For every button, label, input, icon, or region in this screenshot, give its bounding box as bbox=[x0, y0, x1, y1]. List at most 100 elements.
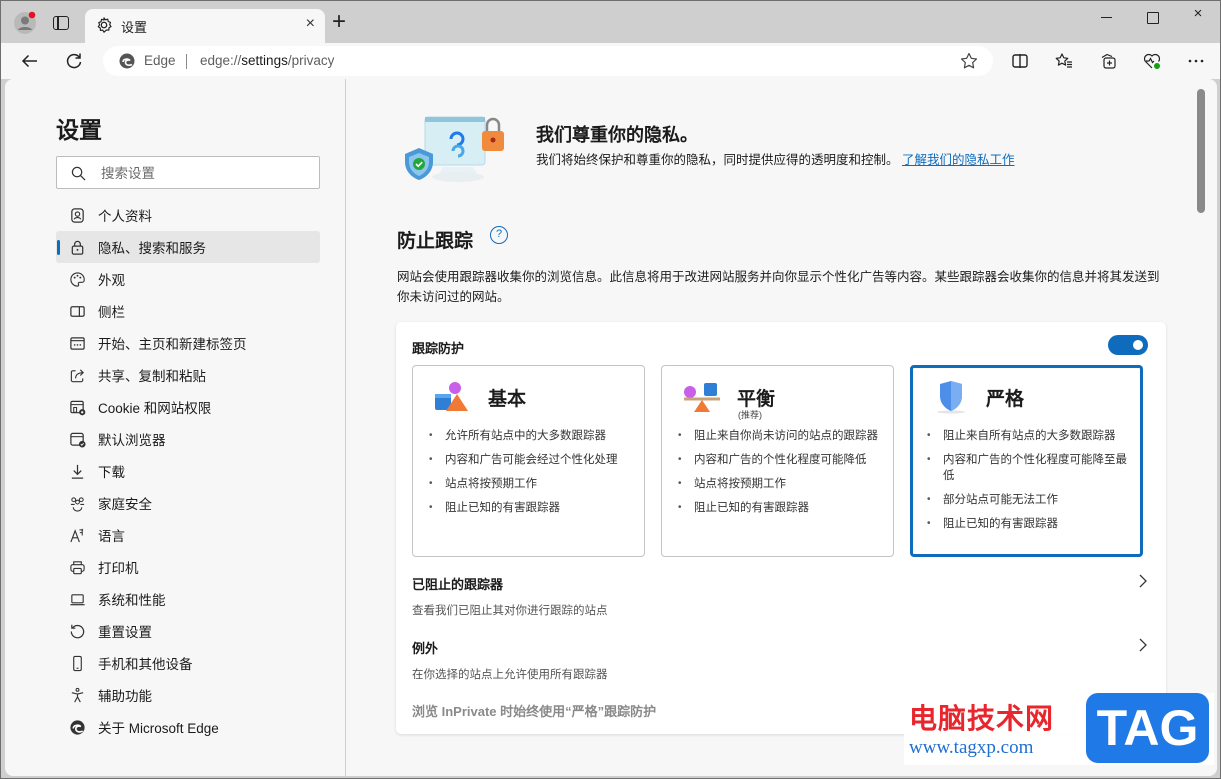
sidebar-item[interactable]: 打印机 bbox=[56, 551, 320, 583]
help-question-icon[interactable]: ? bbox=[490, 226, 508, 244]
sidebar-item[interactable]: 开始、主页和新建标签页 bbox=[56, 327, 320, 359]
close-window-button[interactable]: × bbox=[1175, 5, 1221, 29]
new-tab-button[interactable]: + bbox=[332, 10, 346, 34]
settings-sidebar: 设置 个人资料隐私、搜索和服务外观侧栏开始、主页和新建标签页共享、复制和粘贴 Co… bbox=[5, 79, 346, 776]
sidebar-item-label: 共享、复制和粘贴 bbox=[98, 369, 206, 384]
sidebar-item[interactable]: 共享、复制和粘贴 bbox=[56, 359, 320, 391]
split-screen-icon[interactable] bbox=[1008, 49, 1032, 73]
address-separator bbox=[186, 54, 187, 69]
home-tabs-icon bbox=[68, 334, 86, 352]
sidebar-item[interactable]: 侧栏 bbox=[56, 295, 320, 327]
tracking-prevention-toggle[interactable] bbox=[1108, 335, 1148, 355]
hero-description-text: 我们将始终保护和尊重你的隐私，同时提供应得的透明度和控制。 bbox=[536, 153, 899, 167]
tracking-prevention-title: 防止跟踪 bbox=[397, 231, 474, 252]
option-strict[interactable]: 严格 阻止来自所有站点的大多数跟踪器 内容和广告的个性化程度可能降至最低 部分站… bbox=[910, 365, 1143, 557]
sidebar-item[interactable]: 外观 bbox=[56, 263, 320, 295]
bullet: 内容和广告的个性化程度可能降至最低 bbox=[927, 452, 1132, 484]
exceptions-row[interactable]: 例外 在你选择的站点上允许使用所有跟踪器 bbox=[412, 638, 1148, 682]
profile-icon bbox=[68, 206, 86, 224]
bullet: 部分站点可能无法工作 bbox=[927, 492, 1132, 508]
sidebar-item[interactable]: 个人资料 bbox=[56, 199, 320, 231]
back-arrow-icon bbox=[21, 54, 37, 68]
row-description: 查看我们已阻止其对你进行跟踪的站点 bbox=[412, 605, 608, 617]
collections-icon[interactable] bbox=[1096, 49, 1120, 73]
browser-window: 设置 × + × Edge edge://settings/privacy 设置… bbox=[0, 0, 1221, 779]
tab-title: 设置 bbox=[121, 20, 148, 35]
option-basic[interactable]: 基本 允许所有站点中的大多数跟踪器 内容和广告可能会经过个性化处理 站点将按预期… bbox=[412, 365, 645, 557]
search-settings-input[interactable] bbox=[101, 163, 311, 183]
sidebar-item-label: 手机和其他设备 bbox=[98, 657, 193, 672]
sidebar-item[interactable]: 语言 bbox=[56, 519, 320, 551]
sidebar-item[interactable]: 关于 Microsoft Edge bbox=[56, 711, 320, 743]
browser-essentials-icon[interactable] bbox=[1140, 49, 1164, 73]
add-favorite-star-icon[interactable] bbox=[959, 51, 979, 71]
option-balanced[interactable]: 平衡 (推荐) 阻止来自你尚未访问的站点的跟踪器 内容和广告的个性化程度可能降低… bbox=[661, 365, 894, 557]
option-recommended: (推荐) bbox=[738, 410, 762, 420]
search-settings-box[interactable] bbox=[56, 156, 320, 189]
url-scheme: edge:// bbox=[200, 53, 242, 68]
tracking-prevention-card: 跟踪防护 基本 允许所有站点中的大多数跟踪器 内容和广告可能会经过个性化处理 站… bbox=[396, 322, 1166, 734]
sidebar-item-label: Cookie 和网站权限 bbox=[98, 401, 212, 416]
sidebar-item[interactable]: Cookie 和网站权限 bbox=[56, 391, 320, 423]
sidebar-item[interactable]: 重置设置 bbox=[56, 615, 320, 647]
privacy-hero-description: 我们将始终保护和尊重你的隐私，同时提供应得的透明度和控制。 了解我们的隐私工作 bbox=[536, 149, 1076, 171]
settings-page: 设置 个人资料隐私、搜索和服务外观侧栏开始、主页和新建标签页共享、复制和粘贴 Co… bbox=[5, 79, 1217, 776]
url-host: settings bbox=[241, 53, 288, 68]
sidebar-item-label: 隐私、搜索和服务 bbox=[98, 241, 206, 256]
share-icon bbox=[68, 366, 86, 384]
privacy-hero-title: 我们尊重你的隐私。 bbox=[536, 125, 698, 145]
sidebar-item-label: 开始、主页和新建标签页 bbox=[98, 337, 247, 352]
gear-icon bbox=[97, 17, 112, 33]
option-bullets: 阻止来自所有站点的大多数跟踪器 内容和广告的个性化程度可能降至最低 部分站点可能… bbox=[927, 428, 1132, 540]
bullet: 阻止来自所有站点的大多数跟踪器 bbox=[927, 428, 1132, 444]
sidebar-item[interactable]: 默认浏览器 bbox=[56, 423, 320, 455]
sidebar-item[interactable]: 隐私、搜索和服务 bbox=[56, 231, 320, 263]
chevron-right-icon bbox=[1139, 574, 1147, 588]
privacy-learn-more-link[interactable]: 了解我们的隐私工作 bbox=[902, 153, 1015, 167]
tab-close-icon[interactable]: × bbox=[306, 15, 315, 33]
sidebar-item[interactable]: 手机和其他设备 bbox=[56, 647, 320, 679]
vertical-scrollbar[interactable] bbox=[1197, 89, 1205, 769]
option-name: 严格 bbox=[986, 389, 1025, 410]
search-icon bbox=[71, 166, 86, 181]
row-title: 已阻止的跟踪器 bbox=[412, 577, 504, 592]
scrollbar-thumb[interactable] bbox=[1197, 89, 1205, 213]
more-options-icon[interactable] bbox=[1184, 49, 1208, 73]
vertical-tabs-icon[interactable] bbox=[53, 16, 69, 30]
palette-icon bbox=[68, 270, 86, 288]
url-path: /privacy bbox=[287, 53, 335, 68]
maximize-button[interactable] bbox=[1129, 5, 1175, 29]
watermark-tag-badge: TAG bbox=[1086, 693, 1209, 763]
minimize-button[interactable] bbox=[1083, 5, 1129, 29]
refresh-button[interactable] bbox=[62, 49, 86, 73]
sidebar-item-label: 语言 bbox=[98, 529, 125, 544]
download-icon bbox=[68, 462, 86, 480]
language-icon bbox=[68, 526, 86, 544]
option-bullets: 阻止来自你尚未访问的站点的跟踪器 内容和广告的个性化程度可能降低 站点将按预期工… bbox=[678, 428, 883, 524]
inprivate-strict-setting[interactable]: 浏览 InPrivate 时始终使用“严格”跟踪防护 bbox=[412, 701, 656, 720]
phone-icon bbox=[68, 654, 86, 672]
address-bar[interactable]: Edge edge://settings/privacy bbox=[103, 46, 993, 76]
blocked-trackers-row[interactable]: 已阻止的跟踪器 查看我们已阻止其对你进行跟踪的站点 bbox=[412, 574, 1148, 618]
sidebar-item[interactable]: 系统和性能 bbox=[56, 583, 320, 615]
sidebar-item-label: 默认浏览器 bbox=[98, 433, 166, 448]
tab-settings[interactable]: 设置 × bbox=[85, 9, 325, 43]
sidebar-item[interactable]: 辅助功能 bbox=[56, 679, 320, 711]
tracking-prevention-label: 跟踪防护 bbox=[412, 341, 465, 356]
back-button[interactable] bbox=[18, 49, 42, 73]
url-text[interactable]: edge://settings/privacy bbox=[200, 53, 334, 68]
shapes-icon bbox=[435, 382, 468, 411]
tracking-prevention-description: 网站会使用跟踪器收集你的浏览信息。此信息将用于改进网站服务并向你显示个性化广告等… bbox=[397, 270, 1160, 304]
sidebar-item[interactable]: 下载 bbox=[56, 455, 320, 487]
sidebar-item[interactable]: 家庭安全 bbox=[56, 487, 320, 519]
profile-avatar-icon[interactable] bbox=[13, 11, 37, 35]
sidebar-item-label: 外观 bbox=[98, 273, 125, 288]
bullet: 允许所有站点中的大多数跟踪器 bbox=[429, 428, 634, 444]
bullet: 内容和广告可能会经过个性化处理 bbox=[429, 452, 634, 468]
edge-logo-icon bbox=[68, 718, 86, 736]
watermark-cn-text: 电脑技术网 bbox=[909, 702, 1055, 735]
favorites-icon[interactable] bbox=[1052, 49, 1076, 73]
refresh-icon bbox=[66, 53, 82, 69]
lock-icon bbox=[68, 238, 86, 256]
sidebar-item-label: 下载 bbox=[98, 465, 125, 480]
